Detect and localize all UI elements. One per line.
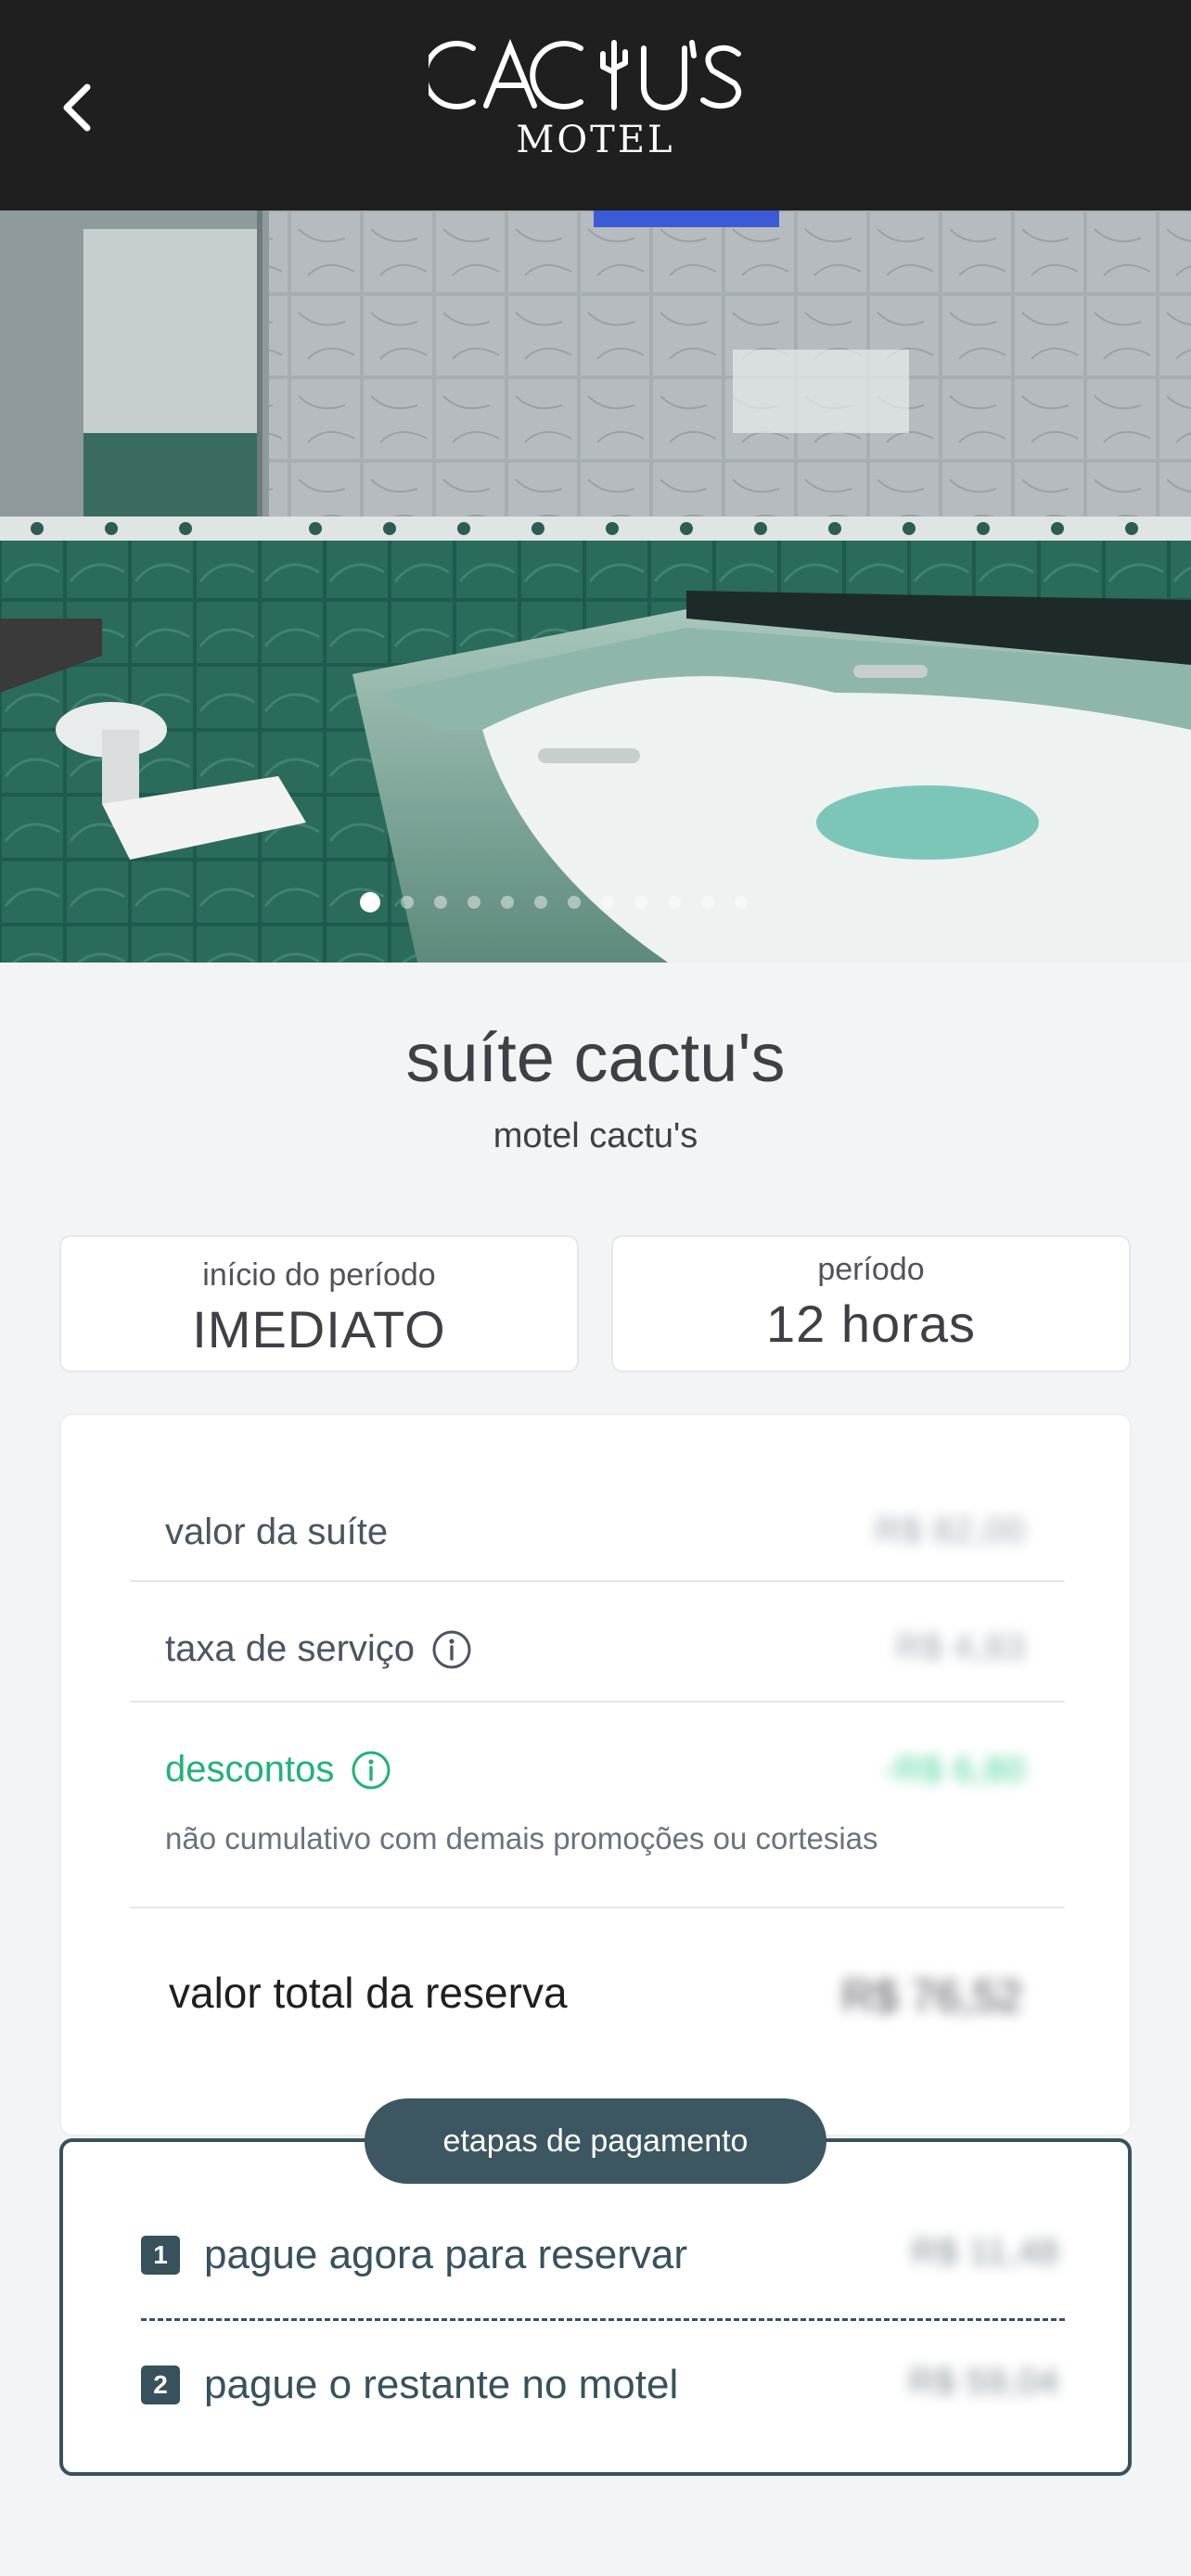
service-fee-label-group: taxa de serviço: [165, 1628, 472, 1670]
total-value: R$ 76,52: [841, 1972, 1022, 2021]
step-number-badge: 2: [141, 2366, 180, 2404]
total-label: valor total da reserva: [169, 1969, 568, 2017]
gallery-dot[interactable]: [501, 896, 514, 909]
brand-logo-sub: MOTEL: [516, 119, 675, 161]
cactus-logo-icon: [429, 39, 742, 110]
step-value: R$ 11,48: [911, 2233, 1059, 2272]
period-label: período: [817, 1252, 925, 1287]
period-card[interactable]: período 12 horas: [611, 1235, 1131, 1372]
gallery-dot[interactable]: [668, 896, 681, 909]
brand-logo-main: [429, 35, 762, 115]
service-fee-label: taxa de serviço: [165, 1628, 416, 1669]
payment-step-2: 2 pague o restante no motel R$ 59,04: [141, 2357, 1059, 2413]
gallery-dot[interactable]: [467, 896, 480, 909]
suite-title: suíte cactu's: [405, 1019, 786, 1096]
step-label: pague agora para reservar: [204, 2232, 687, 2277]
step-value: R$ 59,04: [908, 2363, 1059, 2402]
step-divider: [141, 2318, 1065, 2321]
step-label: pague o restante no motel: [204, 2362, 679, 2407]
gallery-dot[interactable]: [360, 892, 380, 912]
suite-price-label: valor da suíte: [165, 1511, 389, 1552]
motel-name: motel cactu's: [493, 1116, 698, 1155]
gallery-dot[interactable]: [601, 896, 614, 909]
brand-logo: MOTEL: [0, 35, 1191, 159]
suite-price-row: valor da suíte R$ 82,00: [130, 1463, 1065, 1582]
gallery-dot[interactable]: [434, 896, 447, 909]
payment-steps-title: etapas de pagamento: [365, 2098, 826, 2184]
price-summary-card: valor da suíte R$ 82,00 taxa de serviço …: [59, 1413, 1132, 2136]
gallery-dot[interactable]: [401, 896, 414, 909]
gallery-pagination: [0, 892, 1191, 912]
info-icon[interactable]: [351, 1750, 391, 1791]
start-period-value: IMEDIATO: [192, 1300, 446, 1358]
payment-steps-box: 1 pague agora para reservar R$ 11,48 2 p…: [59, 2138, 1132, 2476]
gallery-dot[interactable]: [701, 896, 714, 909]
discount-note: não cumulativo com demais promoções ou c…: [165, 1821, 878, 1855]
gallery-dot[interactable]: [634, 896, 647, 909]
discount-row: descontos -R$ 6,80 não cumulativo com de…: [130, 1702, 1065, 1908]
gallery-dot[interactable]: [568, 896, 581, 909]
discount-label-group: descontos: [165, 1749, 391, 1791]
step-number-badge: 1: [141, 2236, 180, 2275]
suite-price-value: R$ 82,00: [875, 1511, 1026, 1550]
discount-value: -R$ 6,80: [883, 1751, 1026, 1790]
discount-label: descontos: [165, 1749, 335, 1790]
info-icon[interactable]: [431, 1629, 472, 1670]
service-fee-value: R$ 4,83: [895, 1628, 1026, 1667]
period-value: 12 horas: [766, 1294, 976, 1353]
service-fee-row: taxa de serviço R$ 4,83: [130, 1582, 1065, 1702]
gallery-dot[interactable]: [534, 896, 547, 909]
payment-step-1: 1 pague agora para reservar R$ 11,48: [141, 2227, 1059, 2283]
start-period-label: início do período: [202, 1257, 436, 1293]
gallery-dot[interactable]: [735, 896, 748, 909]
start-period-card[interactable]: início do período IMEDIATO: [59, 1235, 579, 1372]
suite-photo: [0, 210, 1191, 963]
app-header: MOTEL: [0, 0, 1191, 210]
suite-photo-gallery[interactable]: [0, 210, 1191, 963]
